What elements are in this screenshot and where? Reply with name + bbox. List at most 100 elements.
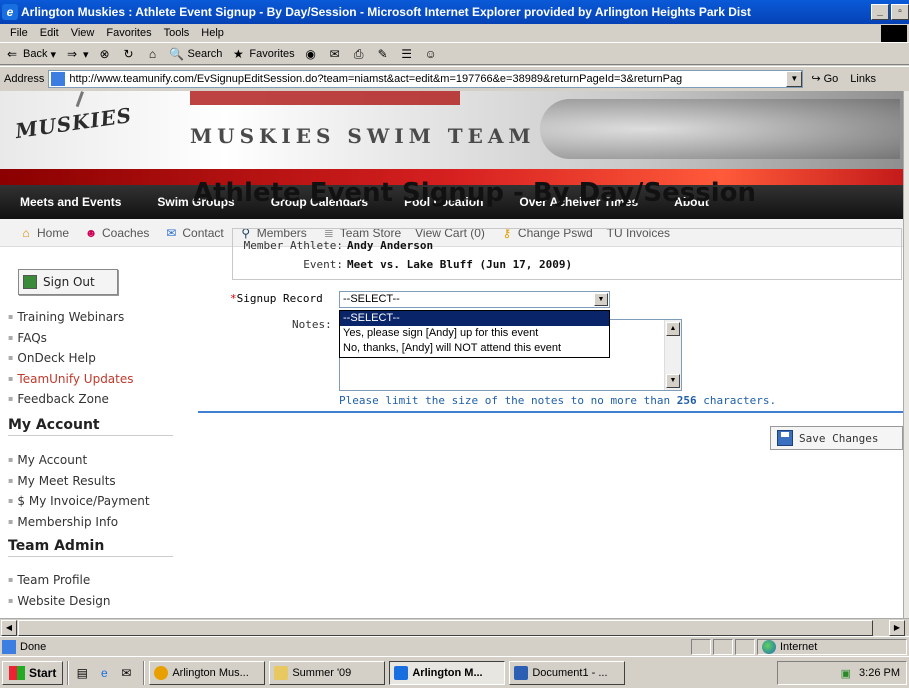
help-links: Training Webinars FAQs OnDeck Help TeamU…	[8, 307, 134, 410]
sidebar-link-faqs[interactable]: FAQs	[8, 328, 134, 349]
minimize-button[interactable]: _	[871, 4, 889, 20]
home-button[interactable]: ⌂	[145, 46, 161, 62]
word-icon	[514, 665, 529, 680]
search-button[interactable]: 🔍 Search	[169, 46, 222, 62]
subnav-contact[interactable]: ✉ Contact	[163, 226, 223, 240]
menu-favorites[interactable]: Favorites	[106, 27, 151, 39]
ie-icon: e	[2, 4, 18, 20]
notes-scrollbar[interactable]: ▲ ▼	[664, 320, 681, 390]
forward-arrow-icon: ⇒	[66, 47, 78, 61]
restore-button[interactable]: ▫	[891, 4, 909, 20]
signup-record-row: * Signup Record	[230, 292, 323, 305]
back-label: Back	[23, 48, 48, 60]
browser-toolbar: ⇐ Back ▾ ⇒ ▾ ⊗ ↻ ⌂ 🔍 Search ★ Favorites ◉ ✉ ⎙…	[0, 44, 909, 65]
sidebar-link-ondeck-help[interactable]: OnDeck Help	[8, 348, 134, 369]
menu-tools[interactable]: Tools	[164, 27, 190, 39]
menu-edit[interactable]: Edit	[40, 27, 59, 39]
links-button[interactable]: Links	[850, 73, 876, 85]
sidebar-link-feedback-zone[interactable]: Feedback Zone	[8, 389, 134, 410]
sidebar-link-training-webinars[interactable]: Training Webinars	[8, 307, 134, 328]
mail-button[interactable]: ✉	[327, 46, 343, 62]
forward-button[interactable]: ⇒ ▾	[64, 46, 89, 62]
scroll-thumb[interactable]	[18, 620, 873, 636]
address-input[interactable]: http://www.teamunify.com/EvSignupEditSes…	[48, 69, 804, 88]
start-button[interactable]: Start	[2, 660, 64, 685]
sidebar-link-website-design[interactable]: Website Design	[8, 591, 110, 612]
favorites-button[interactable]: ★ Favorites	[230, 46, 295, 62]
horizontal-scrollbar[interactable]: ◀ ▶	[0, 618, 909, 636]
menu-file[interactable]: File	[10, 27, 28, 39]
signup-option-select[interactable]: --SELECT--	[340, 311, 609, 326]
discuss-button[interactable]: ☰	[399, 46, 415, 62]
print-button[interactable]: ⎙	[351, 46, 367, 62]
member-athlete-label: Member Athlete:	[243, 239, 343, 252]
signup-record-select[interactable]: --SELECT-- ▼	[339, 291, 610, 308]
page-title: Athlete Event Signup - By Day/Session	[193, 178, 757, 208]
status-done: Done	[0, 639, 691, 654]
task-label: Summer '09	[292, 666, 352, 679]
page-viewport: MUSKIES MUSKIES SWIM TEAM Meets and Even…	[0, 91, 903, 618]
media-button[interactable]: ◉	[303, 46, 319, 62]
team-logo[interactable]: MUSKIES	[14, 103, 134, 143]
back-button[interactable]: ⇐ Back ▾	[4, 46, 56, 62]
sidebar-link-my-account[interactable]: My Account	[8, 450, 150, 471]
sidebar-link-my-invoice-payment[interactable]: $ My Invoice/Payment	[8, 491, 149, 512]
network-icon[interactable]: ▣	[841, 667, 851, 680]
edit-button[interactable]: ✎	[375, 46, 391, 62]
sign-out-label: Sign Out	[43, 275, 95, 289]
desktop-quicklaunch-icon[interactable]: ▤	[73, 664, 91, 682]
folder-icon	[274, 665, 289, 680]
chevron-down-icon[interactable]: ▼	[594, 293, 608, 306]
stop-button[interactable]: ⊗	[97, 46, 113, 62]
task-arlington-mus[interactable]: Arlington Mus...	[149, 660, 266, 685]
menu-bar: File Edit View Favorites Tools Help	[0, 24, 909, 43]
sidebar-link-my-meet-results[interactable]: My Meet Results	[8, 471, 150, 492]
sidebar-link-membership-info[interactable]: Membership Info	[8, 512, 150, 533]
subnav-coaches[interactable]: ☻ Coaches	[83, 226, 150, 240]
outlook-quicklaunch-icon[interactable]: ✉	[117, 664, 135, 682]
signup-option-no[interactable]: No, thanks, [Andy] will NOT attend this …	[340, 341, 609, 356]
subnav-home[interactable]: ⌂ Home	[18, 226, 69, 240]
scroll-left-icon[interactable]: ◀	[1, 620, 17, 636]
address-dropdown-button[interactable]: ▼	[786, 70, 803, 87]
signup-record-label: Signup Record	[236, 292, 323, 305]
sidebar-link-teamunify-updates[interactable]: TeamUnify Updates	[8, 369, 133, 390]
nav-meets-and-events[interactable]: Meets and Events	[20, 195, 121, 209]
messenger-button[interactable]: ☺	[423, 46, 439, 62]
status-pane	[713, 638, 733, 655]
windows-flag-icon	[9, 665, 25, 680]
sign-out-button[interactable]: Sign Out	[18, 269, 118, 295]
security-zone: Internet	[757, 638, 907, 655]
menu-view[interactable]: View	[71, 27, 95, 39]
browser-task-icon	[154, 665, 169, 680]
sidebar-link-team-profile[interactable]: Team Profile	[8, 570, 111, 591]
account-links: My Account My Meet Results $ My Invoice/…	[8, 450, 150, 533]
signup-option-yes[interactable]: Yes, please sign [Andy] up for this even…	[340, 326, 609, 341]
vertical-scrollbar[interactable]	[903, 91, 909, 618]
discuss-icon: ☰	[401, 47, 413, 61]
refresh-button[interactable]: ↻	[121, 46, 137, 62]
menu-help[interactable]: Help	[201, 27, 224, 39]
event-info-box: Member Athlete: Andy Anderson Event: Meet …	[232, 228, 902, 280]
task-summer-09[interactable]: Summer '09	[269, 660, 386, 685]
limit-note-suffix: characters.	[703, 394, 777, 407]
scroll-down-icon[interactable]: ▼	[666, 374, 680, 388]
door-icon	[23, 275, 37, 289]
my-account-heading: My Account	[8, 417, 173, 436]
go-button[interactable]: ↪ Go	[811, 72, 838, 86]
subnav-label: Contact	[182, 225, 224, 240]
status-pane	[691, 638, 711, 655]
zone-label: Internet	[780, 640, 818, 653]
scroll-up-icon[interactable]: ▲	[666, 322, 680, 336]
stop-icon: ⊗	[99, 47, 110, 61]
edit-icon: ✎	[377, 47, 388, 61]
print-icon: ⎙	[353, 47, 364, 61]
ie-quicklaunch-icon[interactable]: e	[95, 664, 113, 682]
scroll-right-icon[interactable]: ▶	[889, 620, 905, 636]
signup-select-value: --SELECT--	[343, 293, 400, 305]
save-changes-button[interactable]: Save Changes	[770, 426, 903, 450]
clock[interactable]: 3:26 PM	[859, 667, 900, 679]
address-url: http://www.teamunify.com/EvSignupEditSes…	[69, 72, 683, 85]
task-document1[interactable]: Document1 - ...	[509, 660, 626, 685]
task-arlington-m-active[interactable]: Arlington M...	[389, 660, 506, 685]
